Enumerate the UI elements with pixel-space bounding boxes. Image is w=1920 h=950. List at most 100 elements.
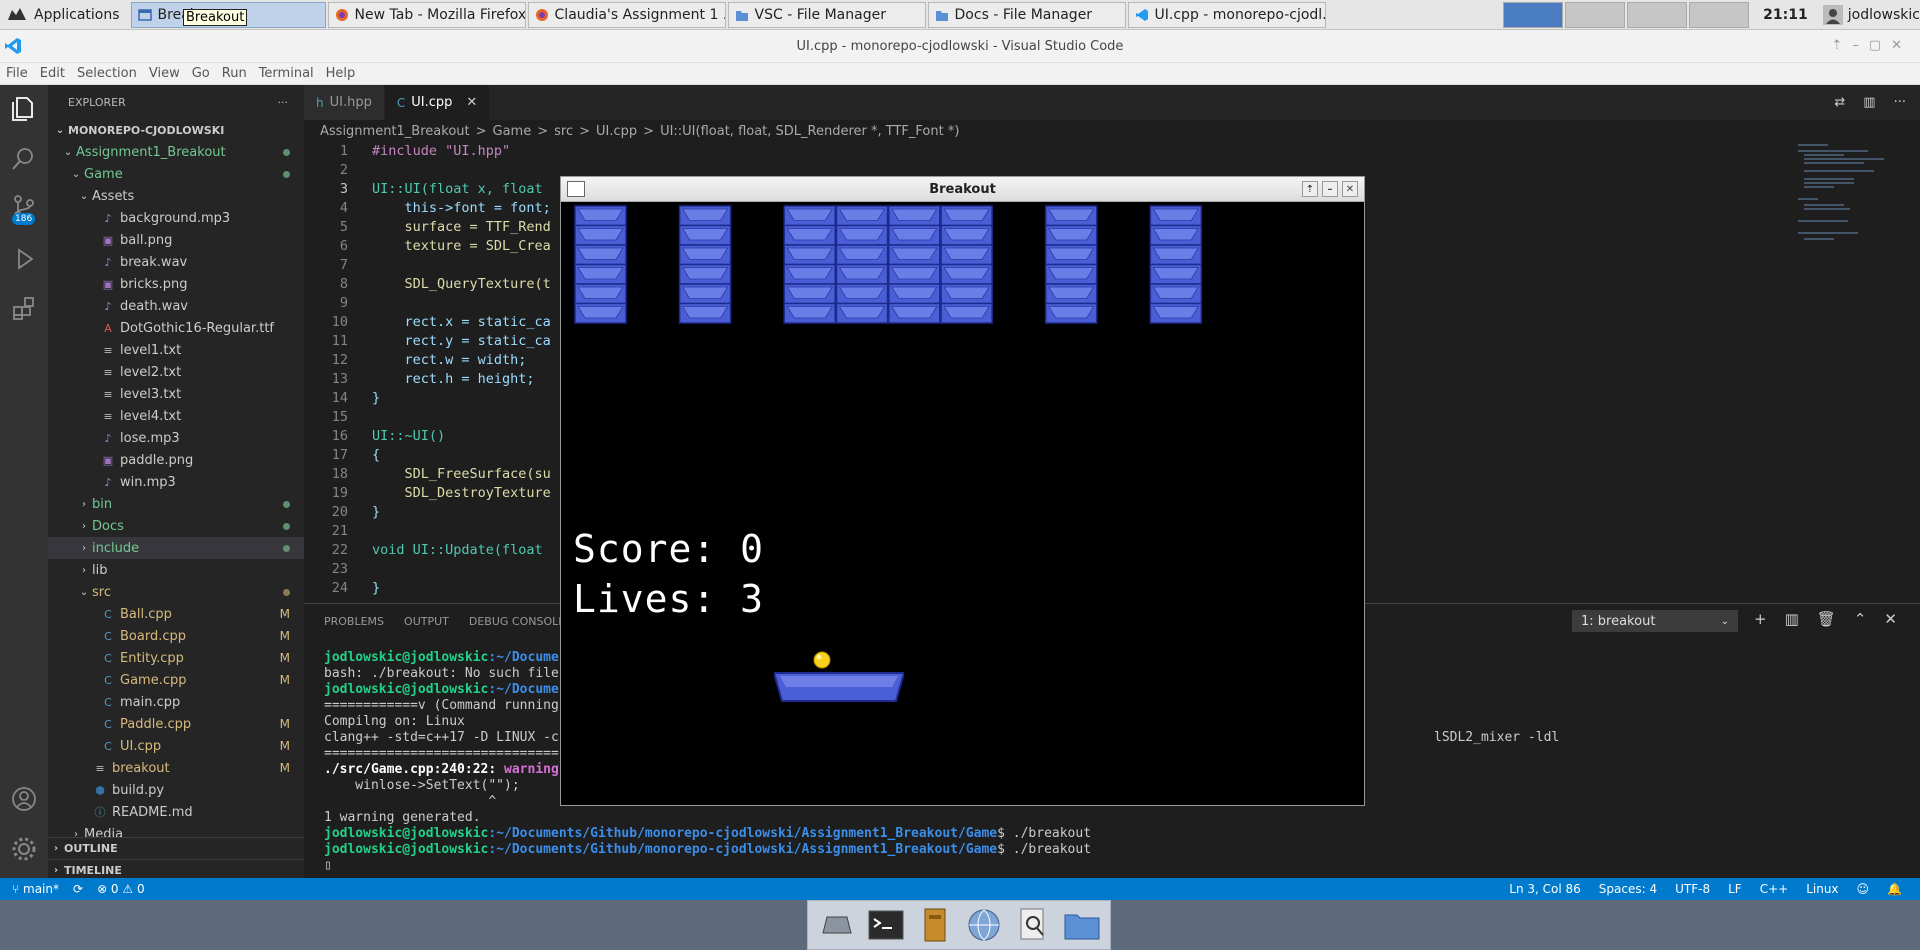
problems-status[interactable]: ⊗ 0 ⚠ 0 (97, 882, 145, 896)
language-mode[interactable]: C++ (1760, 882, 1789, 896)
tab-ui-cpp[interactable]: C UI.cpp ✕ (384, 85, 491, 120)
file-cabinet-icon[interactable] (915, 905, 955, 945)
code-line[interactable]: 1 #include "UI.hpp" (304, 142, 1784, 161)
breadcrumb-item[interactable]: UI.cpp (596, 124, 637, 139)
workspace-4[interactable] (1689, 1, 1750, 28)
explorer-files-icon[interactable] (10, 95, 38, 123)
taskbar-task-3[interactable]: VSC - File Manager (727, 1, 926, 28)
tree-folder[interactable]: ⌄ Assignment1_Breakout (48, 141, 304, 163)
menu-edit[interactable]: Edit (34, 66, 71, 81)
app-finder-search-icon[interactable] (1013, 905, 1053, 945)
tree-file[interactable]: ≡ level4.txt (48, 405, 304, 427)
new-terminal-icon[interactable]: + (1754, 610, 1767, 628)
indentation[interactable]: Spaces: 4 (1599, 882, 1657, 896)
open-changes-icon[interactable]: ⇄ (1834, 95, 1845, 110)
close-button[interactable]: ✕ (1342, 181, 1358, 197)
settings-gear-icon[interactable] (10, 835, 38, 863)
shade-button[interactable]: ⇡ (1302, 181, 1318, 197)
tree-file[interactable]: ♪ lose.mp3 (48, 427, 304, 449)
menu-file[interactable]: File (0, 66, 34, 81)
tree-file[interactable]: Cmain.cpp (48, 691, 304, 713)
workspace-2[interactable] (1565, 1, 1626, 28)
close-panel-icon[interactable]: ✕ (1884, 610, 1897, 628)
tree-file[interactable]: ≡ level1.txt (48, 339, 304, 361)
trash-icon[interactable]: 🗑 (1817, 610, 1836, 628)
tree-file[interactable]: ▣ bricks.png (48, 273, 304, 295)
home-folder-icon[interactable] (1062, 905, 1102, 945)
sync-status[interactable]: ⟳ (73, 882, 83, 896)
timeline-section[interactable]: › TIMELINE (48, 859, 304, 878)
window-menu-icon[interactable] (567, 181, 585, 197)
game-playfield[interactable]: Score: 0 Lives: 3 (561, 202, 1364, 805)
tree-file[interactable]: ♪ win.mp3 (48, 471, 304, 493)
tree-file[interactable]: ⬢ build.py (48, 779, 304, 801)
split-editor-icon[interactable]: ▥ (1863, 95, 1875, 110)
tab-ui-hpp[interactable]: h UI.hpp (304, 85, 385, 120)
breadcrumb-item[interactable]: src (554, 124, 573, 139)
extensions-icon[interactable] (10, 295, 38, 323)
user-menu[interactable]: jodlowskic (1822, 4, 1920, 26)
tree-file[interactable]: C Ball.cpp M (48, 603, 304, 625)
git-branch-status[interactable]: ⑂ main* (12, 882, 59, 896)
tree-file[interactable]: C Board.cpp M (48, 625, 304, 647)
tab-output[interactable]: OUTPUT (404, 615, 449, 628)
menu-go[interactable]: Go (186, 66, 216, 81)
feedback-icon[interactable]: ☺ (1857, 882, 1870, 896)
tree-folder[interactable]: › Docs (48, 515, 304, 537)
cursor-position[interactable]: Ln 3, Col 86 (1509, 882, 1581, 896)
menu-help[interactable]: Help (320, 66, 362, 81)
tree-file[interactable]: ♪ break.wav (48, 251, 304, 273)
tree-folder[interactable]: ⌄ Game (48, 163, 304, 185)
tree-file[interactable]: ≡ breakout M (48, 757, 304, 779)
workspace-root[interactable]: ⌄ MONOREPO-CJODLOWSKI (48, 119, 304, 141)
menu-view[interactable]: View (143, 66, 186, 81)
taskbar-task-2[interactable]: Claudia's Assignment 1 ... (527, 1, 726, 28)
tree-file[interactable]: C Entity.cpp M (48, 647, 304, 669)
tree-file[interactable]: C Paddle.cpp M (48, 713, 304, 735)
tree-folder[interactable]: › lib (48, 559, 304, 581)
breadcrumb-item[interactable]: Assignment1_Breakout (320, 124, 470, 139)
os-mode[interactable]: Linux (1806, 882, 1838, 896)
applications-menu-button[interactable]: Applications (0, 0, 126, 30)
source-control-button[interactable]: 186 (10, 193, 38, 225)
taskbar-task-4[interactable]: Docs - File Manager (927, 1, 1126, 28)
menu-selection[interactable]: Selection (71, 66, 143, 81)
tree-folder[interactable]: › bin (48, 493, 304, 515)
tab-debug-console[interactable]: DEBUG CONSOLE (469, 615, 565, 628)
tree-file[interactable]: ⓘ README.md (48, 801, 304, 823)
tab-problems[interactable]: PROBLEMS (324, 615, 384, 628)
tree-file[interactable]: ♪ death.wav (48, 295, 304, 317)
tree-file[interactable]: ▣ paddle.png (48, 449, 304, 471)
more-actions-icon[interactable]: ··· (1894, 95, 1906, 110)
taskbar-task-5[interactable]: UI.cpp - monorepo-cjodl... (1127, 1, 1326, 28)
tree-folder[interactable]: ⌄ src (48, 581, 304, 603)
breakout-game-window[interactable]: Breakout ⇡ – ✕ Score: 0 Lives: 3 (560, 176, 1365, 806)
maximize-panel-icon[interactable]: ⌃ (1854, 610, 1867, 628)
workspace-1[interactable] (1503, 1, 1564, 28)
taskbar-task-1[interactable]: New Tab - Mozilla Firefox (327, 1, 526, 28)
notifications-bell-icon[interactable]: 🔔 (1887, 882, 1902, 896)
tree-file[interactable]: ≡ level3.txt (48, 383, 304, 405)
tree-file[interactable]: C Game.cpp M (48, 669, 304, 691)
run-debug-icon[interactable] (10, 245, 38, 273)
game-window-titlebar[interactable]: Breakout ⇡ – ✕ (561, 177, 1364, 202)
terminal-selector[interactable]: 1: breakout ⌄ (1572, 610, 1738, 632)
clock[interactable]: 21:11 (1763, 7, 1808, 23)
workspace-3[interactable] (1627, 1, 1688, 28)
tree-file[interactable]: A DotGothic16-Regular.ttf (48, 317, 304, 339)
menu-run[interactable]: Run (216, 66, 253, 81)
tree-folder[interactable]: ⌄ Assets (48, 185, 304, 207)
tree-folder[interactable]: › include (48, 537, 304, 559)
show-desktop-icon[interactable] (817, 905, 857, 945)
minimize-button[interactable]: – (1322, 181, 1338, 197)
close-tab-icon[interactable]: ✕ (466, 95, 477, 110)
terminal-icon[interactable] (866, 905, 906, 945)
breadcrumb-item[interactable]: Game (493, 124, 532, 139)
tree-file[interactable]: ≡ level2.txt (48, 361, 304, 383)
tree-file[interactable]: ♪ background.mp3 (48, 207, 304, 229)
explorer-more-button[interactable]: ··· (278, 96, 289, 109)
web-browser-icon[interactable] (964, 905, 1004, 945)
account-icon[interactable] (10, 785, 38, 813)
line-ending[interactable]: LF (1728, 882, 1742, 896)
tree-file[interactable]: ▣ ball.png (48, 229, 304, 251)
